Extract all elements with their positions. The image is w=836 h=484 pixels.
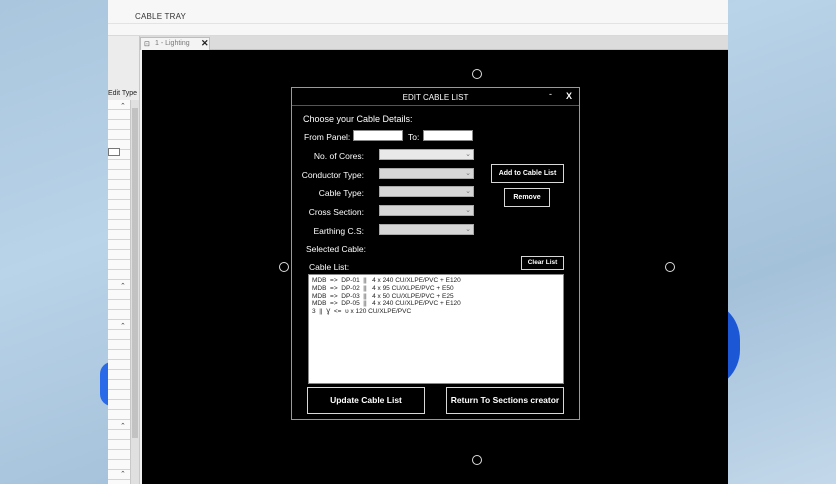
grip-handle[interactable]	[665, 262, 675, 272]
collapse-arrow-icon[interactable]: ⌃	[120, 282, 126, 290]
ribbon-divider	[108, 23, 728, 24]
collapse-arrow-icon[interactable]: ⌃	[120, 102, 126, 110]
return-to-sections-creator-button[interactable]: Return To Sections creator	[446, 387, 564, 414]
earthing-cs-label: Earthing C.S:	[313, 226, 364, 236]
chevron-down-icon: ⌄	[465, 170, 471, 177]
close-button[interactable]: X	[566, 91, 572, 101]
from-panel-label: From Panel:	[304, 132, 351, 142]
collapse-arrow-icon[interactable]: ⌃	[120, 470, 126, 478]
properties-scrollbar[interactable]	[130, 100, 139, 484]
cable-list-box[interactable]: MDB => DP-01 || 4 x 240 CU/XLPE/PVC + E1…	[308, 274, 564, 384]
list-item[interactable]: MDB => DP-03 || 4 x 50 CU/XLPE/PVC + E25	[312, 293, 560, 301]
cable-list-label: Cable List:	[309, 262, 350, 272]
cable-type-select[interactable]: ⌄	[379, 186, 474, 197]
minimize-button[interactable]: -	[549, 89, 552, 99]
floor-plan-icon: ⊡	[144, 41, 150, 48]
cross-section-label: Cross Section:	[308, 207, 364, 217]
ribbon: CABLE TRAY	[108, 0, 728, 36]
cores-label: No. of Cores:	[313, 151, 364, 161]
list-item[interactable]: MDB => DP-01 || 4 x 240 CU/XLPE/PVC + E1…	[312, 277, 560, 285]
collapse-arrow-icon[interactable]: ⌃	[120, 322, 126, 330]
to-panel-input[interactable]	[423, 130, 473, 141]
grip-handle[interactable]	[472, 69, 482, 79]
selected-cell[interactable]	[108, 148, 120, 156]
list-item[interactable]: MDB => DP-02 || 4 x 95 CU/XLPE/PVC + E50	[312, 285, 560, 293]
tab-label: 1 - Lighting	[155, 40, 190, 47]
conductor-type-label: Conductor Type:	[301, 170, 364, 180]
collapse-arrow-icon[interactable]: ⌃	[120, 422, 126, 430]
grip-handle[interactable]	[472, 455, 482, 465]
edit-type-button[interactable]: Edit Type	[108, 90, 137, 97]
cross-section-select[interactable]: ⌄	[379, 205, 474, 216]
close-icon[interactable]: ✕	[201, 38, 209, 49]
grip-handle[interactable]	[279, 262, 289, 272]
to-label: To:	[408, 132, 420, 142]
list-item[interactable]: 3 || Ɣ <= υ x 120 CU/XLPE/PVC	[312, 308, 560, 316]
conductor-type-select[interactable]: ⌄	[379, 168, 474, 179]
scrollbar-thumb[interactable]	[132, 108, 138, 438]
list-item[interactable]: MDB => DP-05 || 4 x 240 CU/XLPE/PVC + E1…	[312, 300, 560, 308]
earthing-cs-select[interactable]: ⌄	[379, 224, 474, 235]
from-panel-input[interactable]	[353, 130, 403, 141]
chevron-down-icon: ⌄	[465, 151, 471, 158]
remove-button[interactable]: Remove	[504, 188, 550, 207]
dialog-title: EDIT CABLE LIST	[402, 93, 469, 102]
selected-cable-label: Selected Cable:	[306, 244, 367, 254]
cable-type-label: Cable Type:	[318, 188, 364, 198]
chevron-down-icon: ⌄	[465, 188, 471, 195]
properties-panel: Edit Type ⌃ ⌃ ⌃ ⌃ ⌃	[108, 36, 140, 484]
chevron-down-icon: ⌄	[465, 226, 471, 233]
view-tab-bar: ⊡ 1 - Lighting ✕	[140, 36, 728, 50]
add-to-cable-list-button[interactable]: Add to Cable List	[491, 164, 564, 183]
tab-lighting[interactable]: ⊡ 1 - Lighting ✕	[140, 37, 210, 50]
section-heading: Choose your Cable Details:	[303, 114, 413, 124]
chevron-down-icon: ⌄	[465, 207, 471, 214]
cores-select[interactable]: ⌄	[379, 149, 474, 160]
clear-list-button[interactable]: Clear List	[521, 256, 564, 270]
update-cable-list-button[interactable]: Update Cable List	[307, 387, 425, 414]
dialog-titlebar: EDIT CABLE LIST - X	[292, 88, 579, 106]
ribbon-tab-cable-tray[interactable]: CABLE TRAY	[135, 12, 186, 21]
properties-grid[interactable]	[108, 100, 130, 484]
edit-cable-list-dialog: EDIT CABLE LIST - X Choose your Cable De…	[291, 87, 580, 420]
